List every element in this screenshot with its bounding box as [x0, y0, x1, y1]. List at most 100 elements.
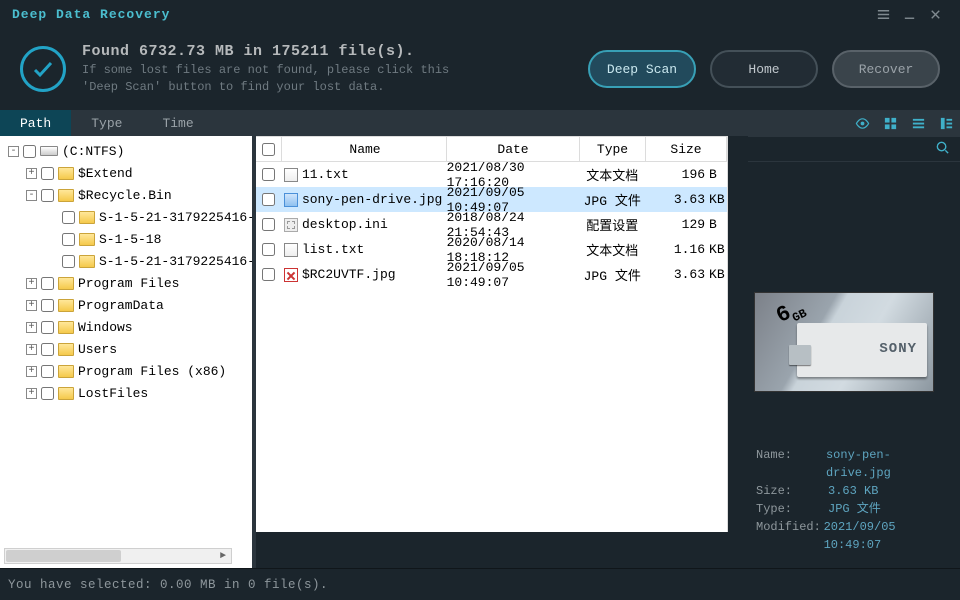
tab-type[interactable]: Type: [71, 110, 142, 136]
folder-icon: [58, 343, 74, 356]
tab-path[interactable]: Path: [0, 110, 71, 136]
file-size-unit: B: [709, 162, 727, 187]
file-date: 2018/08/24 21:54:43: [447, 212, 580, 237]
select-all-checkbox[interactable]: [262, 143, 275, 156]
expand-icon[interactable]: +: [26, 168, 37, 179]
file-details: Name:sony-pen-drive.jpg Size:3.63 KB Typ…: [756, 446, 952, 554]
tree-spacer: [44, 254, 58, 268]
file-date: 2021/09/05 10:49:07: [447, 187, 580, 212]
menu-icon[interactable]: [870, 1, 896, 27]
file-row[interactable]: sony-pen-drive.jpg2021/09/05 10:49:07JPG…: [256, 187, 727, 212]
file-row[interactable]: list.txt2020/08/14 18:18:12文本文档1.16KB: [256, 237, 727, 262]
file-type: 文本文档: [579, 162, 645, 187]
tree-label: $Recycle.Bin: [78, 188, 172, 203]
file-checkbox[interactable]: [262, 218, 275, 231]
home-button[interactable]: Home: [710, 50, 818, 88]
file-row[interactable]: 11.txt2021/08/30 17:16:20文本文档196B: [256, 162, 727, 187]
file-size: 129: [645, 212, 709, 237]
file-type-icon: [284, 168, 298, 182]
tree-checkbox[interactable]: [62, 211, 75, 224]
tree-checkbox[interactable]: [41, 277, 54, 290]
check-badge-icon: [20, 46, 66, 92]
tree-label: S-1-5-18: [99, 232, 161, 247]
file-checkbox[interactable]: [262, 268, 275, 281]
expand-icon[interactable]: +: [26, 278, 37, 289]
tree-checkbox[interactable]: [23, 145, 36, 158]
tree-checkbox[interactable]: [41, 167, 54, 180]
file-checkbox[interactable]: [262, 243, 275, 256]
expand-icon[interactable]: +: [26, 388, 37, 399]
tree-label: (C:NTFS): [62, 144, 124, 159]
tree-row[interactable]: - $Recycle.Bin: [4, 184, 252, 206]
list-view-icon[interactable]: [904, 110, 932, 136]
tree-checkbox[interactable]: [41, 365, 54, 378]
file-type-icon: [284, 193, 298, 207]
file-size: 3.63: [645, 187, 709, 212]
expand-icon[interactable]: +: [26, 366, 37, 377]
tree-checkbox[interactable]: [41, 321, 54, 334]
scroll-right-arrow-icon[interactable]: ►: [215, 549, 231, 563]
scrollbar-thumb[interactable]: [6, 550, 121, 562]
tree-checkbox[interactable]: [41, 189, 54, 202]
tree-horizontal-scrollbar[interactable]: ◄ ►: [4, 548, 232, 564]
tree-row[interactable]: S-1-5-18: [4, 228, 252, 250]
preview-toggle-icon[interactable]: [848, 110, 876, 136]
tree-checkbox[interactable]: [62, 255, 75, 268]
file-table-header: Name Date Type Size: [256, 136, 727, 162]
tree-row[interactable]: +LostFiles: [4, 382, 252, 404]
tree-row[interactable]: S-1-5-21-3179225416-36: [4, 206, 252, 228]
collapse-icon[interactable]: -: [8, 146, 19, 157]
close-icon[interactable]: [922, 1, 948, 27]
col-header-size[interactable]: Size: [646, 137, 727, 161]
deep-scan-button[interactable]: Deep Scan: [588, 50, 696, 88]
tree-row[interactable]: +Program Files (x86): [4, 360, 252, 382]
file-row[interactable]: $RC2UVTF.jpg2021/09/05 10:49:07JPG 文件3.6…: [256, 262, 727, 287]
search-icon[interactable]: [935, 140, 950, 159]
scan-summary-headline: Found 6732.73 MB in 175211 file(s).: [82, 43, 574, 60]
file-name: desktop.ini: [302, 217, 388, 232]
status-text: You have selected: 0.00 MB in 0 file(s).: [8, 578, 328, 592]
tab-time[interactable]: Time: [142, 110, 213, 136]
file-table: Name Date Type Size 11.txt2021/08/30 17:…: [256, 136, 728, 532]
file-checkbox[interactable]: [262, 168, 275, 181]
tree-row[interactable]: + ProgramData: [4, 294, 252, 316]
tree-row[interactable]: +Users: [4, 338, 252, 360]
minimize-icon[interactable]: [896, 1, 922, 27]
tree-row[interactable]: + Windows: [4, 316, 252, 338]
tree-row[interactable]: +Program Files: [4, 272, 252, 294]
detail-val-size: 3.63 KB: [828, 482, 878, 500]
grid-view-icon[interactable]: [876, 110, 904, 136]
detail-val-type: JPG 文件: [828, 500, 881, 518]
tree-checkbox[interactable]: [41, 387, 54, 400]
file-row[interactable]: desktop.ini2018/08/24 21:54:43配置设置129B: [256, 212, 727, 237]
file-size: 1.16: [645, 237, 709, 262]
tree-checkbox[interactable]: [41, 343, 54, 356]
expand-icon[interactable]: +: [26, 344, 37, 355]
expand-icon[interactable]: +: [26, 322, 37, 333]
col-header-name[interactable]: Name: [282, 137, 447, 161]
file-type-icon: [284, 243, 298, 257]
preview-pane: 6GB Name:sony-pen-drive.jpg Size:3.63 KB…: [748, 136, 960, 568]
folder-icon: [58, 299, 74, 312]
folder-icon: [79, 255, 95, 268]
scan-summary-sub: If some lost files are not found, please…: [82, 62, 574, 96]
detail-view-icon[interactable]: [932, 110, 960, 136]
tree-checkbox[interactable]: [62, 233, 75, 246]
collapse-icon[interactable]: -: [26, 190, 37, 201]
tree-row[interactable]: S-1-5-21-3179225416-36: [4, 250, 252, 272]
file-name: $RC2UVTF.jpg: [302, 267, 396, 282]
tree-label: Windows: [78, 320, 133, 335]
file-checkbox[interactable]: [262, 193, 275, 206]
tree-checkbox[interactable]: [41, 299, 54, 312]
recover-button[interactable]: Recover: [832, 50, 940, 88]
header: Found 6732.73 MB in 175211 file(s). If s…: [0, 28, 960, 110]
tree-label: ProgramData: [78, 298, 164, 313]
col-header-type[interactable]: Type: [580, 137, 646, 161]
tree-row[interactable]: +$Extend: [4, 162, 252, 184]
tree-row[interactable]: - (C:NTFS): [4, 140, 252, 162]
status-bar: You have selected: 0.00 MB in 0 file(s).: [0, 568, 960, 600]
folder-icon: [58, 387, 74, 400]
expand-icon[interactable]: +: [26, 300, 37, 311]
file-type-icon: [284, 218, 298, 232]
col-header-date[interactable]: Date: [447, 137, 580, 161]
